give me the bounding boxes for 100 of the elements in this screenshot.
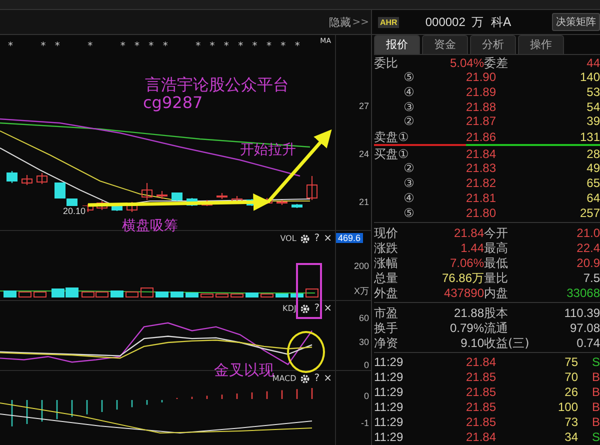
stat-label: 外盘 xyxy=(374,284,399,302)
chart-annotation: 横盘吸筹 xyxy=(122,217,178,235)
row-label: 委比 xyxy=(374,54,399,72)
level-label: ③ xyxy=(402,100,416,114)
trade-side: S xyxy=(590,430,600,444)
level-label: 买盘① xyxy=(374,146,410,163)
quote-tab[interactable]: 操作 xyxy=(518,35,564,54)
bid-price: 21.82 xyxy=(464,176,496,190)
stat-value: 9.10 xyxy=(460,336,484,350)
decision-button[interactable]: 决策矩阵 xyxy=(552,13,600,31)
stat-label: 今开 xyxy=(484,224,509,242)
help-button[interactable]: ? xyxy=(314,233,320,244)
ask-price: 21.89 xyxy=(464,84,496,99)
volume-bar xyxy=(126,292,138,298)
volume-bar xyxy=(66,288,78,298)
close-button[interactable]: × xyxy=(324,303,332,314)
trade-volume: 70 xyxy=(564,370,578,384)
trade-time: 11:29 xyxy=(374,370,404,384)
candlestick xyxy=(156,190,168,200)
volume-bar xyxy=(170,292,184,298)
volume-bar xyxy=(246,292,258,298)
stat-label: 量比 xyxy=(484,270,509,287)
volume-bar xyxy=(110,290,124,298)
candlestick xyxy=(142,182,152,200)
volume-bar xyxy=(156,292,168,298)
stat-value: 20.9 xyxy=(576,256,600,270)
quote-tab[interactable]: 分析 xyxy=(470,35,516,54)
candlestick xyxy=(172,192,182,202)
trade-price: 21.84 xyxy=(464,430,496,444)
axis-label: 0 xyxy=(364,360,369,370)
settings-icon[interactable] xyxy=(300,234,310,244)
ask-volume: 39 xyxy=(586,114,600,128)
trade-price: 21.85 xyxy=(464,415,496,430)
level-label: ② xyxy=(402,114,416,128)
stat-value: 437890 xyxy=(442,286,484,300)
stat-label: 收益(三) xyxy=(484,334,530,352)
axis-label: X万 xyxy=(354,285,369,298)
ask-volume: 54 xyxy=(586,100,600,114)
signal-markers: * * * * * * * * * * * * * * * * xyxy=(8,41,303,52)
hide-arrow[interactable]: >> xyxy=(352,16,369,28)
ratio-value: 5.04% xyxy=(448,56,484,70)
help-button[interactable]: ? xyxy=(314,373,320,384)
stat-label: 最高 xyxy=(484,240,509,257)
stock-name: 万 科A xyxy=(471,14,512,30)
axis-label: 0 xyxy=(364,391,369,401)
close-button[interactable]: × xyxy=(324,373,332,384)
axis-label: 60 xyxy=(358,313,369,323)
volume-bar xyxy=(52,288,64,298)
hide-link[interactable]: 隐藏 xyxy=(329,14,352,30)
level-label: ③ xyxy=(402,176,416,190)
close-button[interactable]: × xyxy=(324,233,332,244)
chart-annotation: 金叉以现 xyxy=(214,361,274,379)
candlestick xyxy=(36,172,48,184)
volume-bar xyxy=(230,294,244,298)
settings-icon[interactable] xyxy=(300,304,310,314)
trade-side: B xyxy=(590,400,600,414)
trade-side: B xyxy=(590,370,600,384)
candlestick xyxy=(306,176,318,200)
settings-icon[interactable] xyxy=(300,374,310,384)
quote-tab[interactable]: 报价 xyxy=(374,35,420,54)
stat-value: 0.79% xyxy=(448,321,484,336)
ask-price: 21.87 xyxy=(464,114,496,128)
level-label: 卖盘① xyxy=(374,128,410,146)
stat-value: 0.74 xyxy=(576,336,600,350)
axis-label: 200 xyxy=(354,261,369,271)
trade-volume: 73 xyxy=(564,415,578,430)
quote-tab[interactable]: 资金 xyxy=(422,35,468,54)
stat-value: 7.5 xyxy=(582,271,600,286)
highlight-circle xyxy=(287,331,325,373)
volume-bar xyxy=(260,294,274,298)
trade-price: 21.85 xyxy=(464,370,496,384)
stat-label: 股本 xyxy=(484,304,509,322)
highlight-frame xyxy=(296,263,322,319)
ask-volume: 140 xyxy=(578,70,600,84)
trade-side: B xyxy=(590,415,600,430)
ask-volume: 131 xyxy=(578,130,600,144)
stat-label: 流通 xyxy=(484,320,509,337)
help-button[interactable]: ? xyxy=(314,303,320,314)
low-price-label: 20.10 xyxy=(62,206,87,216)
candlestick xyxy=(216,192,228,200)
ask-price: 21.86 xyxy=(464,130,496,144)
bid-price: 21.83 xyxy=(464,161,496,176)
ask-price: 21.90 xyxy=(464,70,496,84)
panel-title: KDJ xyxy=(282,304,296,313)
diff-value: 44 xyxy=(586,56,600,70)
chart-annotation: cg9287 xyxy=(143,93,203,112)
volume-bar xyxy=(216,294,228,298)
bid-price: 21.81 xyxy=(464,190,496,205)
volume-bar xyxy=(276,294,288,298)
volume-bar xyxy=(140,288,154,298)
panel-title: VOL xyxy=(280,234,296,243)
stat-label: 换手 xyxy=(374,320,399,337)
trade-time: 11:29 xyxy=(374,385,404,400)
stock-code: 000002 xyxy=(425,15,466,29)
stat-value: 33068 xyxy=(566,286,600,300)
stat-label: 总量 xyxy=(374,270,399,287)
trade-time: 11:29 xyxy=(374,400,404,414)
stat-value: 97.08 xyxy=(568,321,600,336)
candlestick xyxy=(54,182,66,198)
candlestick xyxy=(276,200,288,206)
